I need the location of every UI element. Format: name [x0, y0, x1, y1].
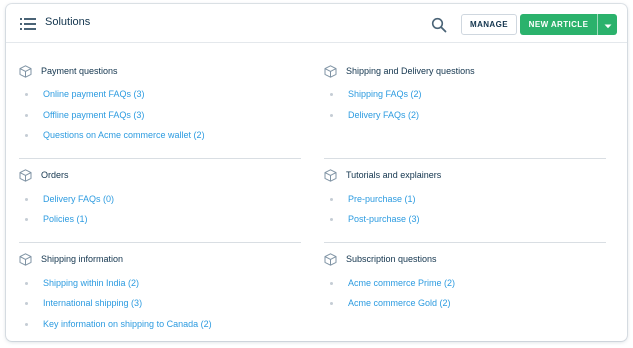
list-item: Acme commerce Prime (2)	[324, 278, 606, 290]
category-title: Payment questions	[41, 66, 118, 76]
cube-icon	[19, 169, 32, 182]
folder-link[interactable]: Online payment FAQs (3)	[43, 89, 145, 99]
list-item: Questions on Acme commerce wallet (2)	[19, 130, 301, 142]
bullet	[330, 302, 333, 305]
category-header[interactable]: Tutorials and explainers	[324, 168, 606, 184]
category-column-right: Shipping and Delivery questions Shipping…	[324, 64, 606, 334]
bullet	[25, 114, 28, 117]
folder-link[interactable]: Key information on shipping to Canada (2…	[43, 319, 212, 329]
category-header[interactable]: Shipping information	[19, 252, 301, 268]
list-item: Online payment FAQs (3)	[19, 89, 301, 101]
list-item: Delivery FAQs (0)	[19, 194, 301, 206]
panel-header: Solutions MANAGE NEW ARTICLE	[6, 4, 627, 43]
bullet	[25, 302, 28, 305]
cube-icon	[19, 253, 32, 266]
bullet	[330, 282, 333, 285]
bullet	[25, 282, 28, 285]
bullet	[25, 134, 28, 137]
cube-icon	[324, 65, 337, 78]
cube-icon	[324, 253, 337, 266]
list-item: Acme commerce Gold (2)	[324, 298, 606, 310]
category-title: Shipping information	[41, 254, 124, 264]
list-item: Policies (1)	[19, 214, 301, 226]
list-item: Shipping FAQs (2)	[324, 89, 606, 101]
divider	[324, 158, 606, 159]
bullet	[330, 198, 333, 201]
folder-link[interactable]: Shipping within India (2)	[43, 278, 139, 288]
category-title: Tutorials and explainers	[346, 170, 442, 180]
divider	[324, 242, 606, 243]
category-column-left: Payment questions Online payment FAQs (3…	[19, 64, 301, 334]
folder-link[interactable]: Delivery FAQs (0)	[43, 194, 114, 204]
folder-link[interactable]: Shipping FAQs (2)	[348, 89, 422, 99]
list-item: Delivery FAQs (2)	[324, 110, 606, 122]
folder-link[interactable]: Policies (1)	[43, 214, 88, 224]
chevron-down-icon	[604, 16, 612, 34]
divider	[19, 158, 301, 159]
cube-icon	[19, 65, 32, 78]
cube-icon	[324, 169, 337, 182]
bullet	[25, 93, 28, 96]
list-item: Key information on shipping to Canada (2…	[19, 319, 301, 331]
search-icon[interactable]	[431, 17, 447, 33]
bullet	[25, 198, 28, 201]
category-title: Subscription questions	[346, 254, 437, 264]
folder-link[interactable]: International shipping (3)	[43, 298, 142, 308]
folder-link[interactable]: Acme commerce Gold (2)	[348, 298, 451, 308]
folder-link[interactable]: Questions on Acme commerce wallet (2)	[43, 130, 205, 140]
bullet	[330, 218, 333, 221]
category-title: Orders	[41, 170, 69, 180]
page-title: Solutions	[45, 16, 91, 28]
bullet	[25, 218, 28, 221]
folder-link[interactable]: Delivery FAQs (2)	[348, 110, 419, 120]
list-item: Offline payment FAQs (3)	[19, 110, 301, 122]
new-article-dropdown-button[interactable]	[597, 14, 617, 35]
bullet	[330, 114, 333, 117]
list-item: Pre-purchase (1)	[324, 194, 606, 206]
category-header[interactable]: Subscription questions	[324, 252, 606, 268]
bullet	[330, 93, 333, 96]
category-header[interactable]: Orders	[19, 168, 301, 184]
menu-icon[interactable]	[20, 17, 36, 31]
solutions-panel: Solutions MANAGE NEW ARTICLE Payment que…	[6, 4, 627, 341]
new-article-button[interactable]: NEW ARTICLE	[520, 14, 597, 35]
category-title: Shipping and Delivery questions	[346, 66, 475, 76]
folder-link[interactable]: Acme commerce Prime (2)	[348, 278, 455, 288]
list-item: Shipping within India (2)	[19, 278, 301, 290]
folder-link[interactable]: Post-purchase (3)	[348, 214, 420, 224]
list-item: Post-purchase (3)	[324, 214, 606, 226]
folder-link[interactable]: Pre-purchase (1)	[348, 194, 416, 204]
list-item: International shipping (3)	[19, 298, 301, 310]
folder-link[interactable]: Offline payment FAQs (3)	[43, 110, 144, 120]
divider	[19, 242, 301, 243]
category-header[interactable]: Shipping and Delivery questions	[324, 64, 606, 80]
new-article-split-button: NEW ARTICLE	[520, 14, 617, 35]
category-header[interactable]: Payment questions	[19, 64, 301, 80]
manage-button[interactable]: MANAGE	[461, 14, 517, 35]
bullet	[25, 323, 28, 326]
